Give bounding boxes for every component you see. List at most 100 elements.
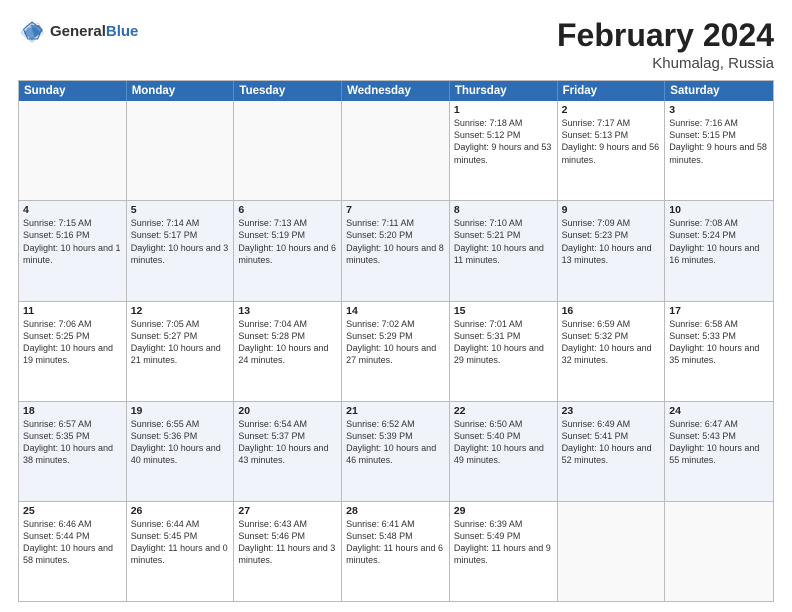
day-number: 27 bbox=[238, 505, 337, 517]
day-info: Sunrise: 7:05 AMSunset: 5:27 PMDaylight:… bbox=[131, 318, 230, 367]
calendar-day-29: 29Sunrise: 6:39 AMSunset: 5:49 PMDayligh… bbox=[450, 502, 558, 601]
calendar-day-3: 3Sunrise: 7:16 AMSunset: 5:15 PMDaylight… bbox=[665, 101, 773, 200]
calendar-subtitle: Khumalag, Russia bbox=[557, 55, 774, 72]
day-number: 2 bbox=[562, 104, 661, 116]
logo-general: General bbox=[50, 24, 106, 41]
calendar-day-26: 26Sunrise: 6:44 AMSunset: 5:45 PMDayligh… bbox=[127, 502, 235, 601]
calendar-week-3: 11Sunrise: 7:06 AMSunset: 5:25 PMDayligh… bbox=[19, 301, 773, 401]
day-header-monday: Monday bbox=[127, 81, 235, 101]
calendar-day-empty-0-1 bbox=[127, 101, 235, 200]
day-number: 7 bbox=[346, 204, 445, 216]
calendar-week-4: 18Sunrise: 6:57 AMSunset: 5:35 PMDayligh… bbox=[19, 401, 773, 501]
calendar-day-2: 2Sunrise: 7:17 AMSunset: 5:13 PMDaylight… bbox=[558, 101, 666, 200]
day-number: 9 bbox=[562, 204, 661, 216]
calendar-day-5: 5Sunrise: 7:14 AMSunset: 5:17 PMDaylight… bbox=[127, 201, 235, 300]
day-info: Sunrise: 7:18 AMSunset: 5:12 PMDaylight:… bbox=[454, 117, 553, 166]
day-number: 21 bbox=[346, 405, 445, 417]
logo-icon bbox=[18, 18, 46, 46]
calendar-day-empty-4-6 bbox=[665, 502, 773, 601]
calendar-day-12: 12Sunrise: 7:05 AMSunset: 5:27 PMDayligh… bbox=[127, 302, 235, 401]
day-number: 16 bbox=[562, 305, 661, 317]
calendar-day-10: 10Sunrise: 7:08 AMSunset: 5:24 PMDayligh… bbox=[665, 201, 773, 300]
calendar-day-14: 14Sunrise: 7:02 AMSunset: 5:29 PMDayligh… bbox=[342, 302, 450, 401]
calendar-day-25: 25Sunrise: 6:46 AMSunset: 5:44 PMDayligh… bbox=[19, 502, 127, 601]
logo-text: GeneralBlue bbox=[50, 24, 138, 41]
day-info: Sunrise: 6:52 AMSunset: 5:39 PMDaylight:… bbox=[346, 418, 445, 467]
day-number: 15 bbox=[454, 305, 553, 317]
day-info: Sunrise: 7:14 AMSunset: 5:17 PMDaylight:… bbox=[131, 217, 230, 266]
day-number: 19 bbox=[131, 405, 230, 417]
calendar-day-9: 9Sunrise: 7:09 AMSunset: 5:23 PMDaylight… bbox=[558, 201, 666, 300]
day-info: Sunrise: 7:16 AMSunset: 5:15 PMDaylight:… bbox=[669, 117, 769, 166]
day-number: 13 bbox=[238, 305, 337, 317]
calendar-body: 1Sunrise: 7:18 AMSunset: 5:12 PMDaylight… bbox=[19, 101, 773, 601]
calendar-day-empty-0-0 bbox=[19, 101, 127, 200]
day-info: Sunrise: 6:54 AMSunset: 5:37 PMDaylight:… bbox=[238, 418, 337, 467]
day-info: Sunrise: 6:55 AMSunset: 5:36 PMDaylight:… bbox=[131, 418, 230, 467]
day-number: 25 bbox=[23, 505, 122, 517]
day-header-wednesday: Wednesday bbox=[342, 81, 450, 101]
calendar-day-20: 20Sunrise: 6:54 AMSunset: 5:37 PMDayligh… bbox=[234, 402, 342, 501]
day-number: 18 bbox=[23, 405, 122, 417]
day-number: 12 bbox=[131, 305, 230, 317]
calendar-header: SundayMondayTuesdayWednesdayThursdayFrid… bbox=[19, 81, 773, 101]
page: GeneralBlue February 2024 Khumalag, Russ… bbox=[0, 0, 792, 612]
calendar: SundayMondayTuesdayWednesdayThursdayFrid… bbox=[18, 80, 774, 602]
day-info: Sunrise: 6:47 AMSunset: 5:43 PMDaylight:… bbox=[669, 418, 769, 467]
day-number: 3 bbox=[669, 104, 769, 116]
day-info: Sunrise: 6:50 AMSunset: 5:40 PMDaylight:… bbox=[454, 418, 553, 467]
calendar-day-19: 19Sunrise: 6:55 AMSunset: 5:36 PMDayligh… bbox=[127, 402, 235, 501]
day-info: Sunrise: 6:41 AMSunset: 5:48 PMDaylight:… bbox=[346, 518, 445, 567]
day-number: 11 bbox=[23, 305, 122, 317]
day-number: 1 bbox=[454, 104, 553, 116]
day-number: 28 bbox=[346, 505, 445, 517]
calendar-day-6: 6Sunrise: 7:13 AMSunset: 5:19 PMDaylight… bbox=[234, 201, 342, 300]
day-info: Sunrise: 7:13 AMSunset: 5:19 PMDaylight:… bbox=[238, 217, 337, 266]
day-info: Sunrise: 7:08 AMSunset: 5:24 PMDaylight:… bbox=[669, 217, 769, 266]
calendar-day-24: 24Sunrise: 6:47 AMSunset: 5:43 PMDayligh… bbox=[665, 402, 773, 501]
day-info: Sunrise: 7:17 AMSunset: 5:13 PMDaylight:… bbox=[562, 117, 661, 166]
calendar-title: February 2024 bbox=[557, 18, 774, 53]
calendar-week-1: 1Sunrise: 7:18 AMSunset: 5:12 PMDaylight… bbox=[19, 101, 773, 200]
day-number: 10 bbox=[669, 204, 769, 216]
day-header-saturday: Saturday bbox=[665, 81, 773, 101]
day-header-tuesday: Tuesday bbox=[234, 81, 342, 101]
day-header-thursday: Thursday bbox=[450, 81, 558, 101]
day-info: Sunrise: 6:46 AMSunset: 5:44 PMDaylight:… bbox=[23, 518, 122, 567]
calendar-day-16: 16Sunrise: 6:59 AMSunset: 5:32 PMDayligh… bbox=[558, 302, 666, 401]
day-info: Sunrise: 7:02 AMSunset: 5:29 PMDaylight:… bbox=[346, 318, 445, 367]
day-info: Sunrise: 6:43 AMSunset: 5:46 PMDaylight:… bbox=[238, 518, 337, 567]
day-header-sunday: Sunday bbox=[19, 81, 127, 101]
day-number: 14 bbox=[346, 305, 445, 317]
calendar-day-empty-0-2 bbox=[234, 101, 342, 200]
day-number: 20 bbox=[238, 405, 337, 417]
calendar-day-empty-0-3 bbox=[342, 101, 450, 200]
calendar-day-22: 22Sunrise: 6:50 AMSunset: 5:40 PMDayligh… bbox=[450, 402, 558, 501]
day-info: Sunrise: 7:10 AMSunset: 5:21 PMDaylight:… bbox=[454, 217, 553, 266]
day-info: Sunrise: 6:59 AMSunset: 5:32 PMDaylight:… bbox=[562, 318, 661, 367]
day-info: Sunrise: 7:01 AMSunset: 5:31 PMDaylight:… bbox=[454, 318, 553, 367]
day-info: Sunrise: 7:15 AMSunset: 5:16 PMDaylight:… bbox=[23, 217, 122, 266]
calendar-day-11: 11Sunrise: 7:06 AMSunset: 5:25 PMDayligh… bbox=[19, 302, 127, 401]
calendar-day-27: 27Sunrise: 6:43 AMSunset: 5:46 PMDayligh… bbox=[234, 502, 342, 601]
day-number: 4 bbox=[23, 204, 122, 216]
logo: GeneralBlue bbox=[18, 18, 138, 46]
calendar-day-17: 17Sunrise: 6:58 AMSunset: 5:33 PMDayligh… bbox=[665, 302, 773, 401]
day-number: 23 bbox=[562, 405, 661, 417]
day-info: Sunrise: 7:11 AMSunset: 5:20 PMDaylight:… bbox=[346, 217, 445, 266]
day-number: 24 bbox=[669, 405, 769, 417]
day-info: Sunrise: 6:44 AMSunset: 5:45 PMDaylight:… bbox=[131, 518, 230, 567]
calendar-day-1: 1Sunrise: 7:18 AMSunset: 5:12 PMDaylight… bbox=[450, 101, 558, 200]
day-info: Sunrise: 6:58 AMSunset: 5:33 PMDaylight:… bbox=[669, 318, 769, 367]
calendar-day-23: 23Sunrise: 6:49 AMSunset: 5:41 PMDayligh… bbox=[558, 402, 666, 501]
day-info: Sunrise: 7:09 AMSunset: 5:23 PMDaylight:… bbox=[562, 217, 661, 266]
logo-blue: Blue bbox=[106, 24, 139, 41]
day-header-friday: Friday bbox=[558, 81, 666, 101]
title-block: February 2024 Khumalag, Russia bbox=[557, 18, 774, 72]
day-number: 29 bbox=[454, 505, 553, 517]
calendar-day-21: 21Sunrise: 6:52 AMSunset: 5:39 PMDayligh… bbox=[342, 402, 450, 501]
day-info: Sunrise: 6:49 AMSunset: 5:41 PMDaylight:… bbox=[562, 418, 661, 467]
day-number: 8 bbox=[454, 204, 553, 216]
day-number: 6 bbox=[238, 204, 337, 216]
day-info: Sunrise: 6:39 AMSunset: 5:49 PMDaylight:… bbox=[454, 518, 553, 567]
